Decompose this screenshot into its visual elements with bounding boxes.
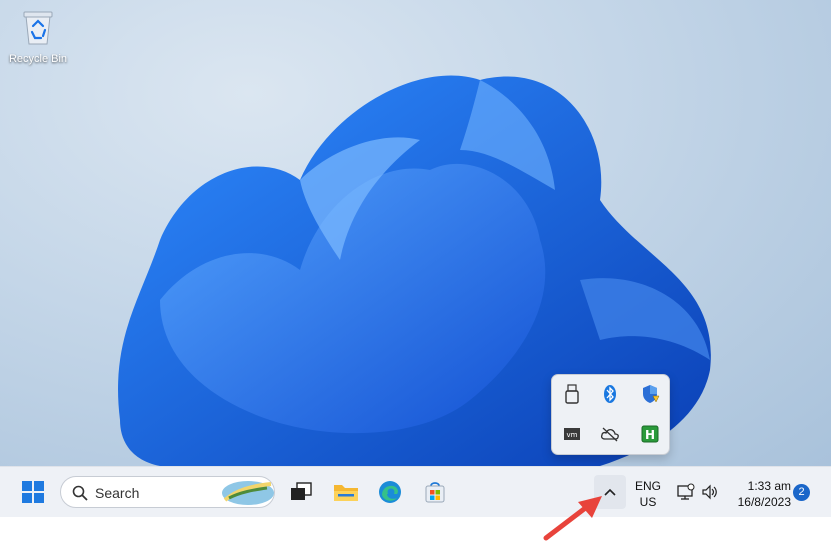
search-label: Search bbox=[95, 485, 140, 501]
search-box[interactable]: Search bbox=[60, 476, 275, 508]
language-code: ENG bbox=[634, 479, 661, 493]
network-status-button[interactable] bbox=[674, 475, 698, 509]
speaker-icon bbox=[702, 484, 717, 500]
store-icon bbox=[425, 482, 445, 503]
file-explorer-button[interactable] bbox=[329, 475, 363, 509]
usb-drive-icon[interactable] bbox=[558, 380, 586, 408]
edge-browser-button[interactable] bbox=[373, 475, 407, 509]
hwinfo-icon[interactable]: H bbox=[636, 420, 664, 448]
wallpaper-bloom bbox=[118, 75, 711, 466]
start-button[interactable] bbox=[16, 475, 50, 509]
vmware-icon[interactable]: vm bbox=[558, 420, 586, 448]
clock[interactable]: 1:33 am 16/8/2023 bbox=[727, 478, 791, 510]
keyboard-region: US bbox=[639, 495, 657, 509]
notification-badge[interactable]: 2 bbox=[793, 484, 810, 501]
microsoft-store-button[interactable] bbox=[418, 475, 452, 509]
date-text: 16/8/2023 bbox=[737, 495, 791, 509]
tray-overflow-flyout: vm H bbox=[551, 374, 670, 455]
language-indicator[interactable]: ENG US bbox=[630, 478, 666, 510]
bluetooth-icon[interactable] bbox=[596, 380, 624, 408]
volume-button[interactable] bbox=[698, 475, 722, 509]
below-taskbar-area bbox=[0, 517, 831, 546]
windows-logo-icon bbox=[22, 481, 44, 503]
annotation-arrow bbox=[543, 496, 602, 541]
task-view-icon bbox=[291, 482, 312, 500]
svg-text:vm: vm bbox=[567, 431, 578, 439]
folder-icon bbox=[334, 485, 358, 501]
time-text: 1:33 am bbox=[747, 479, 791, 493]
edge-icon bbox=[379, 481, 401, 503]
recycle-bin-icon bbox=[23, 11, 53, 45]
desktop: Recycle Bin bbox=[0, 0, 831, 466]
onedrive-offline-icon[interactable] bbox=[596, 420, 624, 448]
windows-security-warning-icon[interactable] bbox=[636, 380, 664, 408]
network-ethernet-icon bbox=[677, 483, 695, 500]
taskbar: Search ENG US 1:33 am 16/8/2023 2 bbox=[0, 466, 831, 517]
recycle-bin-label: Recycle Bin bbox=[8, 53, 68, 65]
search-icon bbox=[72, 485, 88, 501]
search-highlight-image bbox=[222, 481, 274, 505]
svg-text:H: H bbox=[645, 428, 655, 442]
task-view-button[interactable] bbox=[284, 475, 318, 509]
recycle-bin[interactable]: Recycle Bin bbox=[4, 8, 72, 65]
